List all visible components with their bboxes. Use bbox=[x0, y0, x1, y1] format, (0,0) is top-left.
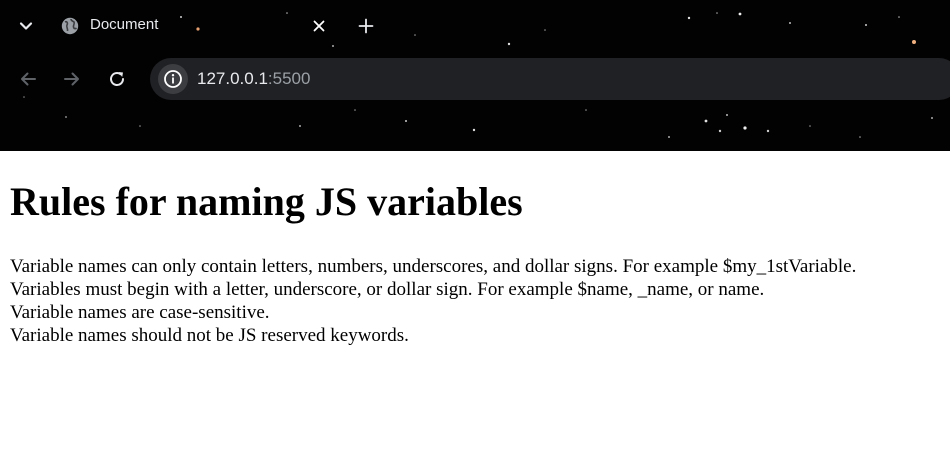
url-host: 127.0.0.1 bbox=[197, 69, 268, 88]
site-info-button[interactable] bbox=[158, 64, 188, 94]
address-bar[interactable]: 127.0.0.1:5500 bbox=[150, 58, 950, 100]
info-icon bbox=[164, 70, 182, 88]
tab-title: Document bbox=[90, 16, 159, 33]
globe-icon bbox=[61, 17, 79, 35]
rule-line: Variables must begin with a letter, unde… bbox=[10, 279, 765, 300]
browser-chrome: Document 127.0.0.1:5500 bbox=[0, 0, 950, 151]
new-tab-button[interactable] bbox=[354, 14, 378, 38]
reload-icon bbox=[110, 72, 124, 86]
url-text[interactable]: 127.0.0.1:5500 bbox=[197, 69, 310, 89]
reload-button[interactable] bbox=[105, 67, 129, 91]
browser-toolbar: 127.0.0.1:5500 bbox=[0, 56, 950, 102]
rule-line: Variable names can only contain letters,… bbox=[10, 256, 857, 277]
close-tab-button[interactable] bbox=[310, 17, 328, 35]
rule-line: Variable names are case-sensitive. bbox=[10, 302, 270, 323]
forward-button[interactable] bbox=[60, 67, 84, 91]
tab-list-button[interactable] bbox=[14, 14, 38, 38]
rule-list: Variable names can only contain letters,… bbox=[10, 255, 940, 347]
page-title: Rules for naming JS variables bbox=[10, 179, 523, 224]
back-button[interactable] bbox=[16, 67, 40, 91]
forward-arrow-icon bbox=[64, 72, 79, 86]
close-icon bbox=[313, 20, 325, 32]
page-content: Rules for naming JS variables Variable n… bbox=[0, 179, 950, 347]
rule-line: Variable names should not be JS reserved… bbox=[10, 325, 409, 346]
chevron-down-icon bbox=[19, 22, 33, 30]
tab-strip: Document bbox=[0, 0, 950, 50]
url-port: :5500 bbox=[267, 69, 311, 88]
back-arrow-icon bbox=[21, 72, 36, 86]
plus-icon bbox=[358, 18, 374, 34]
tab-document[interactable]: Document bbox=[50, 8, 340, 44]
